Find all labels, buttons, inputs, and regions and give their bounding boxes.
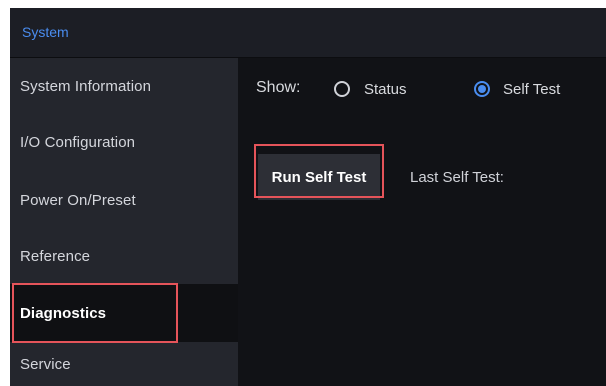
sidebar-item-label: I/O Configuration	[20, 133, 136, 151]
sidebar-item-label: Service	[20, 355, 71, 373]
last-self-test-label: Last Self Test:	[410, 169, 504, 186]
sidebar-item-system-information[interactable]: System Information	[10, 58, 238, 114]
system-dialog: System System Information I/O Configurat…	[10, 8, 606, 386]
sidebar-item-power-on-preset[interactable]: Power On/Preset	[10, 172, 238, 228]
self-test-radio-label[interactable]: Self Test	[503, 81, 560, 98]
sidebar-item-io-configuration[interactable]: I/O Configuration	[10, 114, 238, 170]
dialog-title: System	[22, 24, 69, 40]
show-label: Show:	[256, 79, 301, 96]
sidebar-item-label: Reference	[20, 247, 91, 265]
sidebar-item-label: Power On/Preset	[20, 191, 136, 209]
sidebar-item-label: System Information	[20, 77, 152, 95]
sidebar-item-reference[interactable]: Reference	[10, 228, 238, 284]
status-radio-label[interactable]: Status	[364, 81, 407, 98]
sidebar-item-service[interactable]: Service	[10, 342, 238, 386]
sidebar-item-diagnostics[interactable]: Diagnostics	[10, 284, 238, 342]
sidebar-item-label: Diagnostics	[20, 304, 107, 322]
status-radio[interactable]	[334, 81, 350, 97]
main-panel: Show: Status Self Test Run Self Test Las…	[238, 58, 606, 386]
sidebar: System Information I/O Configuration Pow…	[10, 58, 238, 386]
run-self-test-button[interactable]: Run Self Test	[258, 154, 380, 200]
title-bar: System	[10, 8, 606, 58]
self-test-radio[interactable]	[474, 81, 490, 97]
